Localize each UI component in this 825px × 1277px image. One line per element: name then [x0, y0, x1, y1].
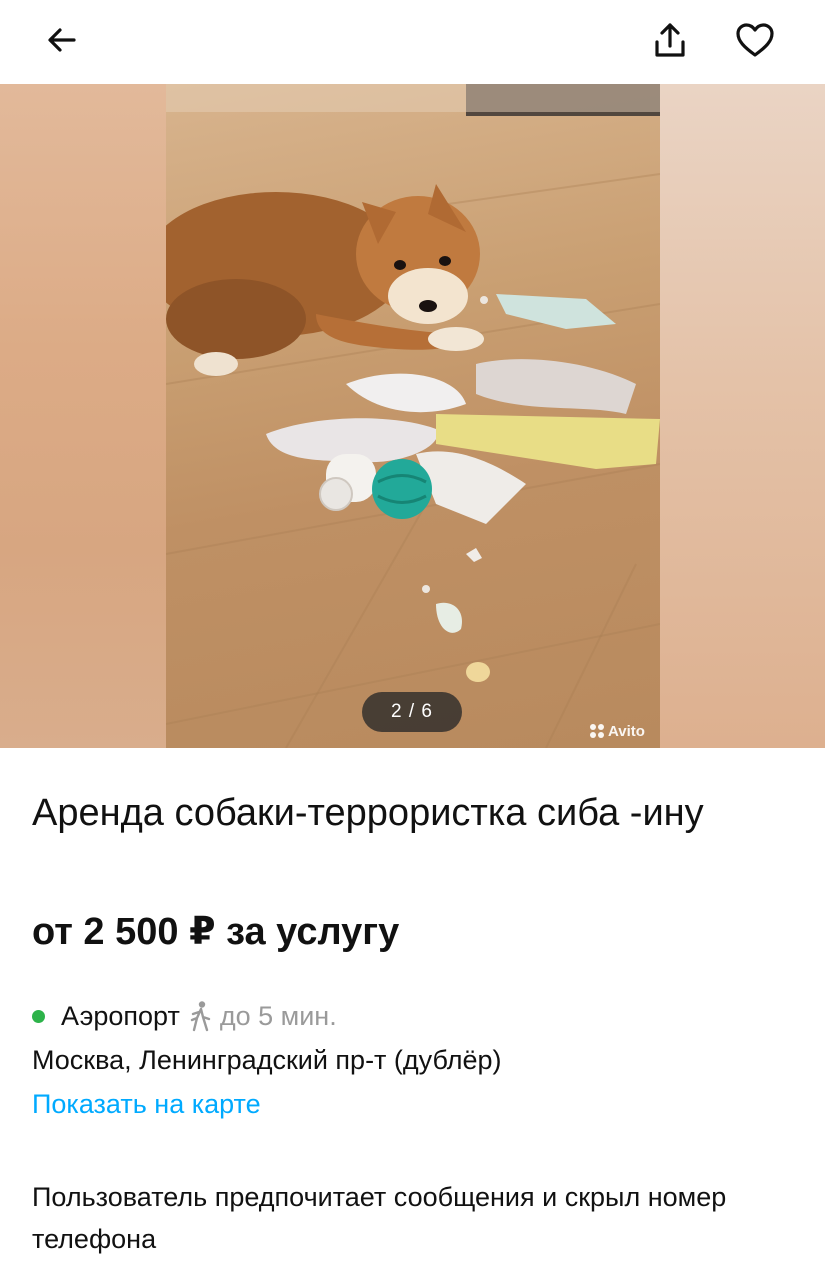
metro-line-dot-icon	[32, 1009, 45, 1023]
next-photo-preview[interactable]	[660, 84, 825, 748]
previous-photo-preview[interactable]	[0, 84, 166, 748]
share-icon	[655, 23, 685, 57]
metro-station: Аэропорт	[61, 1000, 180, 1031]
address: Москва, Ленинградский пр-т (дублёр)	[32, 1045, 502, 1075]
metro-info: Аэропорт до 5 мин.	[32, 996, 337, 1036]
dog-photo-illustration	[166, 84, 660, 748]
listing-price: от 2 500 ₽ за услугу	[32, 911, 400, 953]
avito-watermark: Avito	[590, 720, 645, 742]
show-on-map-link[interactable]: Показать на карте	[32, 1084, 261, 1124]
arrow-left-icon	[48, 28, 76, 52]
listing-title: Аренда собаки-террористка сиба -ину	[32, 792, 704, 834]
listing-photo[interactable]	[166, 84, 660, 748]
walking-person-icon	[188, 1000, 214, 1032]
contact-preference-note: Пользователь предпочитает сообщения и ск…	[32, 1182, 727, 1254]
share-button[interactable]	[642, 12, 698, 68]
photo-counter: 2 / 6	[362, 692, 462, 732]
favorite-button[interactable]	[727, 12, 783, 68]
top-bar	[0, 0, 825, 84]
back-button[interactable]	[34, 12, 90, 68]
walk-time: до 5 мин.	[219, 1000, 337, 1031]
watermark-text: Avito	[608, 722, 645, 740]
heart-icon	[736, 23, 774, 57]
avito-logo-icon	[590, 724, 604, 738]
photo-gallery[interactable]: 2 / 6 Avito	[0, 84, 825, 748]
